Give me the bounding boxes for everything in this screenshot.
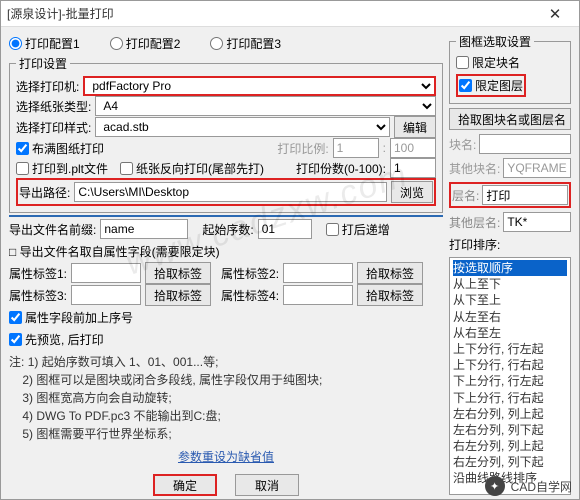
notes: 注: 1) 起始序数可填入 1、01、001...等; 2) 图框可以是图块或闭…: [9, 353, 443, 443]
config3-radio[interactable]: 打印配置3: [210, 35, 281, 52]
order-item[interactable]: 左右分列, 列下起: [453, 422, 567, 438]
frame-group: 图框选取设置 限定块名 限定图层: [449, 33, 571, 104]
tag1-input[interactable]: [71, 263, 141, 283]
print-settings-legend: 打印设置: [16, 55, 70, 72]
reset-link[interactable]: 参数重设为缺省值: [9, 445, 443, 468]
order-item[interactable]: 下上分行, 行左起: [453, 373, 567, 389]
fill-paper-check[interactable]: 布满图纸打印: [16, 140, 104, 157]
ok-button[interactable]: 确定: [153, 474, 217, 496]
order-item[interactable]: 从上至下: [453, 276, 567, 292]
limit-block-check[interactable]: 限定块名: [456, 54, 520, 71]
other-layer-input[interactable]: [503, 212, 571, 232]
close-icon[interactable]: ✕: [537, 5, 573, 23]
attr-field-note: □ 导出文件名取自属性字段(需要限定块): [9, 243, 220, 260]
tag2-label: 属性标签2:: [221, 265, 279, 282]
printer-select[interactable]: pdfFactory Pro: [83, 76, 436, 96]
pick-name-button[interactable]: 拾取图块名或图层名: [449, 108, 571, 130]
browse-button[interactable]: 浏览: [391, 181, 433, 203]
paper-select[interactable]: A4: [95, 96, 436, 116]
printer-label: 选择打印机:: [16, 78, 79, 95]
brand: ✦ CAD自学网: [485, 476, 572, 496]
other-block-input: [503, 158, 571, 178]
path-input[interactable]: [74, 182, 387, 202]
style-label: 选择打印样式:: [16, 119, 91, 136]
order-item[interactable]: 左右分列, 列上起: [453, 406, 567, 422]
drives-list[interactable]: D: D:: [9, 215, 443, 217]
order-label: 打印排序:: [449, 236, 571, 253]
order-item[interactable]: 上下分行, 行右起: [453, 357, 567, 373]
limit-layer-check[interactable]: 限定图层: [456, 74, 526, 97]
prefix-input[interactable]: [100, 219, 188, 239]
paper-label: 选择纸张类型:: [16, 98, 91, 115]
layer-input[interactable]: [482, 185, 568, 205]
tag4-input[interactable]: [283, 285, 353, 305]
order-item[interactable]: 上下分行, 行左起: [453, 341, 567, 357]
other-block-label: 其他块名:: [449, 160, 500, 177]
preview-check[interactable]: 先预览, 后打印: [9, 331, 104, 348]
order-item[interactable]: 从下至上: [453, 292, 567, 308]
tag3-label: 属性标签3:: [9, 287, 67, 304]
print-settings-group: 打印设置 选择打印机: pdfFactory Pro 选择纸张类型: A4 选择…: [9, 55, 443, 213]
ratio-a-input: [333, 138, 379, 158]
ratio-label: 打印比例:: [277, 140, 328, 157]
copies-input[interactable]: [390, 158, 436, 178]
order-item[interactable]: 下上分行, 行右起: [453, 390, 567, 406]
block-name-label: 块名:: [449, 136, 476, 153]
tag2-input[interactable]: [283, 263, 353, 283]
tag1-label: 属性标签1:: [9, 265, 67, 282]
wechat-icon: ✦: [485, 476, 505, 496]
edit-style-button[interactable]: 编辑: [394, 116, 436, 138]
seq-input[interactable]: [258, 219, 312, 239]
pick-tag1-button[interactable]: 拾取标签: [145, 262, 211, 284]
window-title: [源泉设计]-批量打印: [7, 5, 537, 22]
pick-tag4-button[interactable]: 拾取标签: [357, 284, 423, 306]
seq-label: 起始序数:: [202, 221, 253, 238]
order-item[interactable]: 右左分列, 列上起: [453, 438, 567, 454]
order-item[interactable]: 右左分列, 列下起: [453, 454, 567, 470]
path-label: 导出路径:: [19, 184, 70, 201]
config2-radio[interactable]: 打印配置2: [110, 35, 181, 52]
tag3-input[interactable]: [71, 285, 141, 305]
frame-legend: 图框选取设置: [456, 33, 534, 50]
plt-check[interactable]: 打印到.plt文件: [16, 160, 108, 177]
config-radios: 打印配置1 打印配置2 打印配置3: [9, 33, 443, 53]
list-item[interactable]: D:: [10, 216, 442, 217]
block-name-input: [479, 134, 571, 154]
config1-radio[interactable]: 打印配置1: [9, 35, 80, 52]
pick-tag2-button[interactable]: 拾取标签: [357, 262, 423, 284]
copies-label: 打印份数(0-100):: [296, 160, 386, 177]
prefix-label: 导出文件名前缀:: [9, 221, 96, 238]
order-list[interactable]: 按选取顺序从上至下从下至上从左至右从右至左上下分行, 行左起上下分行, 行右起下…: [449, 257, 571, 495]
reverse-check[interactable]: 纸张反向打印(尾部先打): [120, 160, 264, 177]
cancel-button[interactable]: 取消: [235, 474, 299, 496]
ratio-b-input: [390, 138, 436, 158]
addseq-check[interactable]: 属性字段前加上序号: [9, 309, 133, 326]
layer-label: 层名:: [452, 187, 479, 204]
style-select[interactable]: acad.stb: [95, 117, 390, 137]
order-item[interactable]: 按选取顺序: [453, 260, 567, 276]
order-item[interactable]: 从左至右: [453, 309, 567, 325]
other-layer-label: 其他层名:: [449, 214, 500, 231]
append-check[interactable]: 打后递增: [326, 221, 390, 238]
tag4-label: 属性标签4:: [221, 287, 279, 304]
pick-tag3-button[interactable]: 拾取标签: [145, 284, 211, 306]
order-item[interactable]: 从右至左: [453, 325, 567, 341]
